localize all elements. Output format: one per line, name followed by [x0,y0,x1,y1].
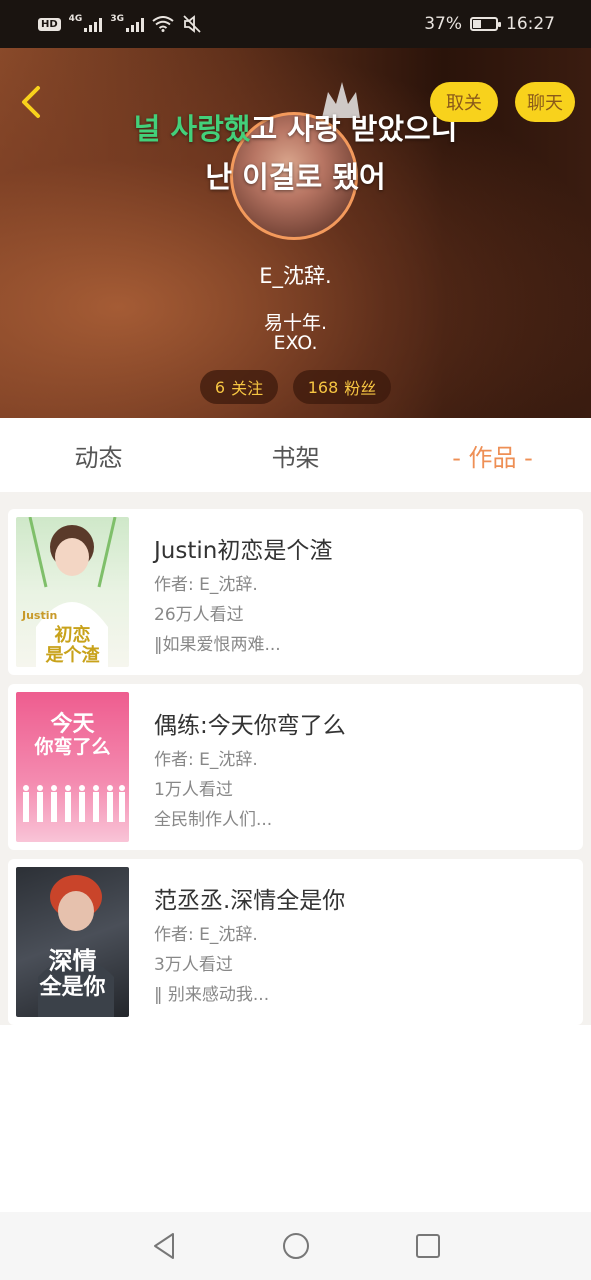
status-bar: HD 4G 3G 37% 16:27 [0,0,591,48]
work-title: 偶练:今天你弯了么 [154,713,346,739]
battery-percent: 37% [424,14,462,34]
network-label-3g: 3G [110,14,124,24]
work-title: 范丞丞.深情全是你 [154,888,346,914]
cover-text-2: 全是你 [39,975,106,1000]
following-label: 关注 [231,379,264,398]
work-views: 3万人看过 [154,955,233,975]
wifi-icon [152,16,174,32]
nav-home-button[interactable] [280,1230,312,1262]
profile-tabs: 动态 书架 - 作品 - [0,418,591,500]
work-views: 1万人看过 [154,780,233,800]
work-author: 作者: E_沈辞. [154,750,258,770]
tab-works[interactable]: - 作品 - [394,418,591,492]
status-left: HD 4G 3G [38,14,202,33]
following-stat[interactable]: 6 关注 [200,370,278,404]
chat-button[interactable]: 聊天 [515,82,575,122]
signal-icon-2 [125,16,144,32]
bio-line-1: 易十年. [263,312,328,334]
following-count: 6 [214,377,226,397]
tab-bookshelf[interactable]: 书架 [197,418,394,492]
work-author: 作者: E_沈辞. [154,575,258,595]
system-nav-bar [0,1212,591,1280]
lyrics-highlight: 널 사랑했 [133,112,251,146]
nav-back-button[interactable] [148,1230,180,1262]
book-cover: Justin 初恋 是个渣 [16,517,129,667]
username: E_沈辞. [259,264,332,288]
work-card[interactable]: Justin 初恋 是个渣 Justin初恋是个渣 作者: E_沈辞. 26万人… [8,509,583,675]
cover-figures [23,785,125,822]
tab-moments[interactable]: 动态 [0,418,197,492]
work-author: 作者: E_沈辞. [154,925,258,945]
network-label-4g: 4G [68,14,83,24]
cover-text-3: 是个渣 [45,645,100,666]
fans-label: 粉丝 [344,379,377,398]
lyrics-line-1: 널 사랑했고 사랑 받았으니 [0,106,591,148]
works-list: Justin 初恋 是个渣 Justin初恋是个渣 作者: E_沈辞. 26万人… [0,500,591,1025]
nav-recents-button[interactable] [412,1230,444,1262]
battery-icon [470,17,501,31]
triangle-back-icon [153,1233,174,1259]
cover-text-2: 你弯了么 [34,736,111,758]
book-cover: 今天 你弯了么 [16,692,129,842]
clock: 16:27 [506,14,555,34]
profile-header: 널 사랑했고 사랑 받았으니 난 이걸로 됐어 取关 聊天 E_沈辞. 易十年.… [0,48,591,418]
bio-line-2: EXO. [273,332,318,354]
unfollow-button[interactable]: 取关 [430,82,498,122]
square-recents-icon [415,1234,440,1258]
status-right: 37% 16:27 [424,14,555,34]
work-intro: ‖如果爱恨两难... [154,635,281,655]
signal-icon [84,16,103,32]
work-card[interactable]: 深情 全是你 范丞丞.深情全是你 作者: E_沈辞. 3万人看过 ‖ 别来感动我… [8,859,583,1025]
fans-stat[interactable]: 168 粉丝 [293,370,391,404]
mute-icon [183,15,201,33]
circle-home-icon [282,1233,309,1259]
work-title: Justin初恋是个渣 [154,538,333,564]
fans-count: 168 [307,377,339,397]
lyrics-line-2: 난 이걸로 됐어 [205,160,386,194]
book-cover: 深情 全是你 [16,867,129,1017]
work-views: 26万人看过 [154,605,244,625]
lyrics-line-1-rest: 고 사랑 받았으니 [250,112,458,146]
work-intro: ‖ 别来感动我... [154,985,270,1005]
work-intro: 全民制作人们... [154,810,273,830]
work-card[interactable]: 今天 你弯了么 偶练:今天你弯了么 作者: E_沈辞. 1万人看过 全民制作人们… [8,684,583,850]
hd-badge: HD [38,17,61,31]
battery-fill [473,20,481,28]
